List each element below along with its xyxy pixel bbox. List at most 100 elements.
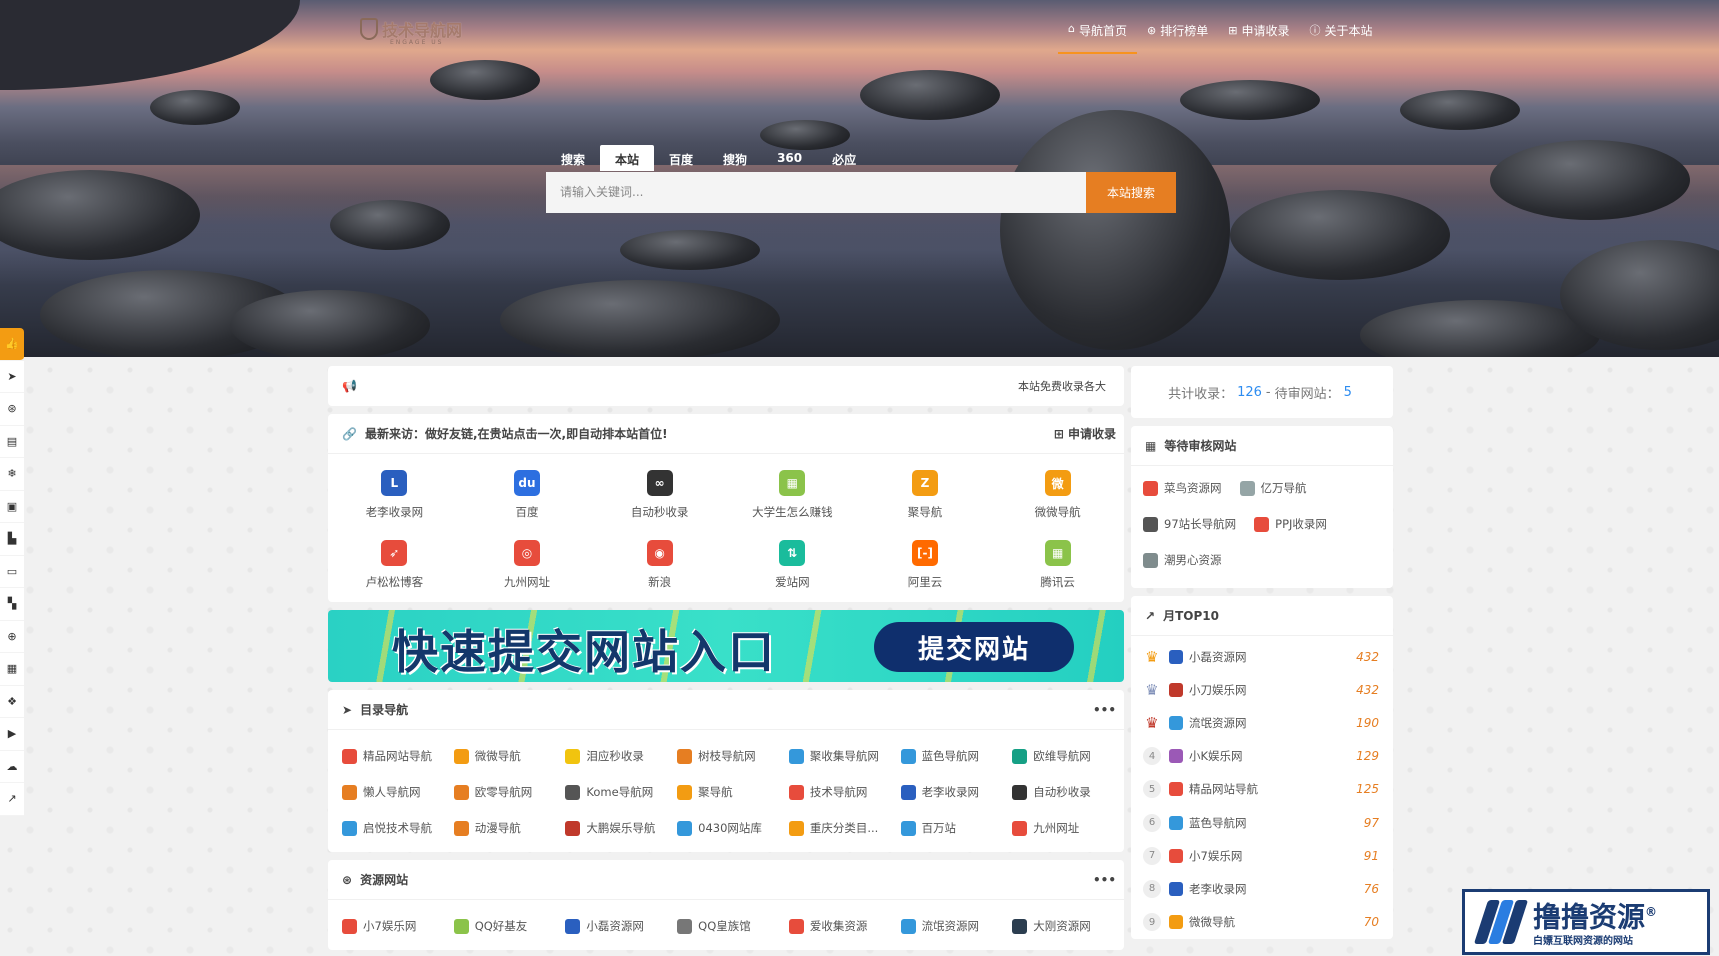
top10-row[interactable]: 8 老李收录网 76 [1131, 872, 1393, 905]
recent-site-name: 老李收录网 [365, 505, 424, 519]
catalog-link[interactable]: 动漫导航 [453, 810, 566, 846]
nav-home[interactable]: ⌂ 导航首页 [1058, 20, 1137, 54]
banner-submit-button[interactable]: 提交网站 [874, 622, 1074, 672]
site-logo-icon: ∞ [646, 470, 673, 496]
submit-site-banner[interactable]: 快速提交网站入口 提交网站 [328, 610, 1124, 682]
pending-site-link[interactable]: PPJ收录网 [1254, 516, 1327, 532]
tab-360[interactable]: 360 [762, 145, 817, 171]
nav-about[interactable]: ⓘ 关于本站 [1299, 20, 1382, 40]
resources-link[interactable]: 小磊资源网 [565, 908, 677, 944]
top10-visit-count: 70 [1363, 915, 1379, 930]
support-icon[interactable]: ⊕ [0, 620, 24, 653]
nav-apply[interactable]: ⊞ 申请收录 [1218, 20, 1299, 40]
top10-row[interactable]: 6 蓝色导航网 97 [1131, 806, 1393, 839]
notice-text: 本站免费收录各大 [1018, 380, 1106, 393]
top10-row[interactable]: 9 微微导航 70 [1131, 906, 1393, 939]
top10-site: 小7娱乐网 [1169, 848, 1356, 864]
catalog-link[interactable]: 欧零导航网 [453, 774, 566, 810]
resources-link[interactable]: QQ皇族馆 [677, 908, 789, 944]
site-logo[interactable]: 技术导航网 ENGAGE US [360, 14, 480, 46]
catalog-link[interactable]: 树枝导航网 [677, 738, 789, 774]
catalog-link[interactable]: 重庆分类目... [788, 810, 901, 846]
catalog-link-label: 聚收集导航网 [809, 749, 879, 763]
chart-icon[interactable]: ▙ [0, 523, 24, 556]
video-icon[interactable]: ▶ [0, 718, 24, 751]
pending-row: 潮男心资源 [1143, 542, 1381, 578]
resources-link[interactable]: 流氓资源网 [900, 908, 1013, 944]
catalog-link[interactable]: 蓝色导航网 [900, 738, 1013, 774]
catalog-link[interactable]: Kome导航网 [565, 774, 677, 810]
tab-sogou[interactable]: 搜狗 [708, 145, 762, 171]
top10-row[interactable]: 4 小K娱乐网 129 [1131, 740, 1393, 773]
catalog-link[interactable]: 泪应秒收录 [565, 738, 677, 774]
catalog-link[interactable]: 大鹏娱乐导航 [565, 810, 677, 846]
search-button[interactable]: 本站搜索 [1086, 172, 1176, 213]
tab-bing[interactable]: 必应 [817, 145, 871, 171]
search-input[interactable]: 请输入关键词... [546, 172, 1086, 213]
resources-link[interactable]: 大刚资源网 [1012, 908, 1124, 944]
recent-site-item[interactable]: ➶ 卢松松博客 [328, 530, 461, 600]
image-icon[interactable]: ▣ [0, 490, 24, 523]
map-icon[interactable]: ▚ [0, 588, 24, 621]
recent-site-item[interactable]: ⇅ 爱站网 [726, 530, 859, 600]
card-icon[interactable]: ▭ [0, 555, 24, 588]
top10-row[interactable]: ♛ 小刀娱乐网 432 [1131, 673, 1393, 706]
cubes-icon[interactable]: ❖ [0, 685, 24, 718]
tab-site[interactable]: 本站 [600, 145, 655, 171]
catalog-link[interactable]: 懒人导航网 [342, 774, 454, 810]
thumbs-up-icon[interactable]: 👍 [0, 328, 24, 361]
resources-link[interactable]: QQ好基友 [453, 908, 566, 944]
recent-site-item[interactable]: ◉ 新浪 [593, 530, 726, 600]
catalog-link[interactable]: 老李收录网 [900, 774, 1013, 810]
recent-site-item[interactable]: [-] 阿里云 [859, 530, 992, 600]
top10-row[interactable]: ♛ 小磊资源网 432 [1131, 640, 1393, 673]
catalog-link[interactable]: 精品网站导航 [342, 738, 454, 774]
catalog-link[interactable]: 微微导航 [453, 738, 566, 774]
catalog-link[interactable]: 技术导航网 [788, 774, 901, 810]
stats-total-count: 126 [1237, 384, 1262, 400]
resources-card: ⊛ 资源网站 ••• 小7娱乐网 QQ好基友 小磊资源网 QQ皇族馆 爱收集资源 流氓资源网… [328, 860, 1124, 950]
recent-site-item[interactable]: ◎ 九州网址 [461, 530, 594, 600]
pending-site-link[interactable]: 亿万导航 [1239, 480, 1307, 496]
catalog-link[interactable]: 自动秒收录 [1012, 774, 1124, 810]
recent-site-item[interactable]: ▦ 腾讯云 [991, 530, 1124, 600]
catalog-link[interactable]: 聚导航 [677, 774, 789, 810]
top10-row[interactable]: 5 精品网站导航 125 [1131, 773, 1393, 806]
recent-site-item[interactable]: Z 聚导航 [859, 460, 992, 530]
rank-badge: 7 [1143, 846, 1161, 865]
catalog-link[interactable]: 九州网址 [1012, 810, 1124, 846]
nav-ranking[interactable]: ⊛ 排行榜单 [1137, 20, 1218, 40]
pending-site-link[interactable]: 97站长导航网 [1143, 516, 1236, 532]
line-chart-icon[interactable]: ↗ [0, 783, 24, 816]
apply-link[interactable]: ⊞ 申请收录 [1054, 425, 1116, 442]
recent-site-item[interactable]: du 百度 [461, 460, 594, 530]
recent-site-item[interactable]: ▦ 大学生怎么赚钱 [726, 460, 859, 530]
resources-link[interactable]: 小7娱乐网 [342, 908, 454, 944]
recent-site-item[interactable]: L 老李收录网 [328, 460, 461, 530]
tab-baidu[interactable]: 百度 [654, 145, 708, 171]
paper-plane-icon[interactable]: ➤ [0, 360, 24, 393]
grid-icon[interactable]: ▦ [0, 653, 24, 686]
recent-site-item[interactable]: ∞ 自动秒收录 [593, 460, 726, 530]
nav-about-label: 关于本站 [1324, 23, 1373, 38]
pending-site-link[interactable]: 菜鸟资源网 [1143, 480, 1222, 496]
catalog-link[interactable]: 启悦技术导航 [342, 810, 454, 846]
catalog-link[interactable]: 0430网站库 [677, 810, 789, 846]
resources-more-button[interactable]: ••• [1093, 873, 1116, 887]
recent-site-item[interactable]: 微微微导航 [991, 460, 1124, 530]
catalog-more-button[interactable]: ••• [1093, 703, 1116, 717]
catalog-link[interactable]: 聚收集导航网 [788, 738, 901, 774]
top10-row[interactable]: 7 小7娱乐网 91 [1131, 839, 1393, 872]
resources-link[interactable]: 爱收集资源 [788, 908, 901, 944]
catalog-link[interactable]: 欧维导航网 [1012, 738, 1124, 774]
top10-row[interactable]: ♛ 流氓资源网 190 [1131, 706, 1393, 739]
catalog-link[interactable]: 百万站 [900, 810, 1013, 846]
site-favicon-icon [1169, 649, 1183, 664]
ranking-icon[interactable]: ⊛ [0, 393, 24, 426]
snowflake-icon[interactable]: ❄ [0, 458, 24, 491]
cloud-icon[interactable]: ☁ [0, 750, 24, 783]
document-icon[interactable]: ▤ [0, 425, 24, 458]
tab-search[interactable]: 搜索 [546, 145, 600, 171]
rank-badge: 9 [1143, 913, 1161, 932]
pending-site-link[interactable]: 潮男心资源 [1143, 552, 1222, 568]
